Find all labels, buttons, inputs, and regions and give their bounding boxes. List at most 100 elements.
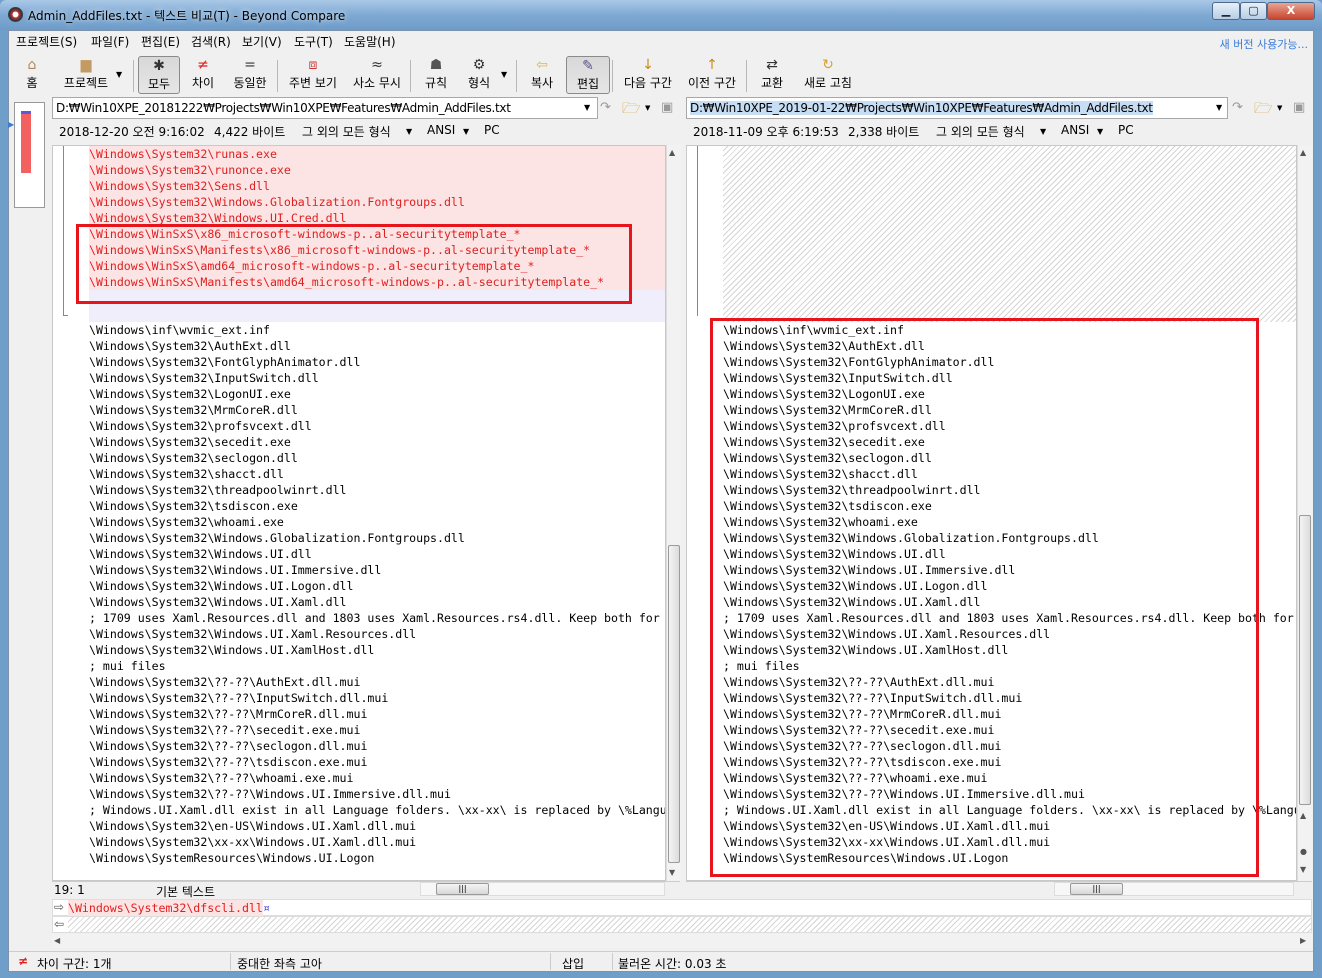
text-line[interactable]: \Windows\System32\??-??\seclogon.dll.mui — [723, 738, 1001, 754]
right-folder-dropdown-icon[interactable]: ▼ — [1277, 104, 1282, 112]
scroll-down-icon[interactable]: ▼ — [669, 868, 675, 877]
text-line[interactable]: \Windows\System32\LogonUI.exe — [723, 386, 925, 402]
text-line[interactable]: \Windows\System32\tsdiscon.exe — [89, 498, 298, 514]
text-line[interactable]: \Windows\System32\secedit.exe — [89, 434, 291, 450]
menu-item[interactable]: 도구(T) — [294, 33, 333, 50]
toolbar-home-button[interactable]: ⌂ 홈 — [18, 56, 46, 94]
text-line[interactable]: \Windows\System32\whoami.exe — [723, 514, 918, 530]
detail-horizontal-scrollbar[interactable]: ◀ ▶ — [52, 934, 1312, 948]
text-line[interactable]: \Windows\System32\??-??\InputSwitch.dll.… — [89, 690, 388, 706]
text-line[interactable]: ; mui files — [89, 658, 166, 674]
text-line[interactable]: \Windows\System32\secedit.exe — [723, 434, 925, 450]
text-line[interactable]: \Windows\System32\AuthExt.dll — [723, 338, 925, 354]
text-line[interactable]: ; 1709 uses Xaml.Resources.dll and 1803 … — [723, 610, 1294, 626]
text-line[interactable]: \Windows\System32\Windows.UI.Logon.dll — [89, 578, 354, 594]
text-line[interactable]: \Windows\System32\shacct.dll — [723, 466, 918, 482]
text-line[interactable]: \Windows\System32\InputSwitch.dll — [723, 370, 953, 386]
right-scroll-thumb[interactable] — [1299, 515, 1311, 805]
right-horizontal-scrollbar[interactable]: ||| — [1054, 882, 1294, 896]
right-open-folder-icon[interactable]: 🗁 — [1254, 98, 1273, 123]
text-line[interactable]: \Windows\System32\??-??\MrmCoreR.dll.mui — [89, 706, 367, 722]
left-path-input[interactable]: D:₩Win10XPE_20181222₩Projects₩Win10XPE₩F… — [52, 97, 598, 119]
menu-item[interactable]: 프로젝트(S) — [16, 33, 77, 50]
text-line[interactable]: \Windows\System32\??-??\MrmCoreR.dll.mui — [723, 706, 1001, 722]
text-line[interactable]: \Windows\System32\LogonUI.exe — [89, 386, 291, 402]
right-path-dropdown-icon[interactable]: ▼ — [1216, 103, 1222, 112]
menu-item[interactable]: 파일(F) — [91, 33, 129, 50]
diff-line[interactable]: \Windows\WinSxS\amd64_microsoft-windows-… — [89, 258, 534, 274]
close-button[interactable]: X — [1267, 2, 1315, 20]
text-line[interactable]: \Windows\System32\Windows.UI.Xaml.Resour… — [89, 626, 416, 642]
text-line[interactable]: \Windows\System32\MrmCoreR.dll — [723, 402, 932, 418]
toolbar-diffs-button[interactable]: ≠ 차이 — [186, 56, 220, 94]
minimize-button[interactable]: ▁ — [1212, 2, 1240, 20]
left-encoding-dropdown-icon[interactable]: ▼ — [463, 127, 469, 136]
toolbar-next-button[interactable]: ↓ 다음 구간 — [618, 56, 678, 94]
toolbar-prev-button[interactable]: ↑ 이전 구간 — [682, 56, 742, 94]
text-line[interactable]: \Windows\System32\Windows.Globalization.… — [723, 530, 1099, 546]
text-line[interactable]: \Windows\System32\en-US\Windows.UI.Xaml.… — [89, 818, 416, 834]
text-line[interactable]: \Windows\System32\InputSwitch.dll — [89, 370, 319, 386]
toolbar-refresh-button[interactable]: ↻ 새로 고침 — [798, 56, 858, 94]
project-dropdown-icon[interactable]: ▼ — [116, 70, 122, 79]
text-line[interactable]: \Windows\System32\Windows.UI.XamlHost.dl… — [89, 642, 374, 658]
scroll-up-icon[interactable]: ▲ — [1300, 148, 1306, 157]
maximize-button[interactable]: ▢ — [1240, 2, 1267, 20]
text-line[interactable]: \Windows\System32\??-??\InputSwitch.dll.… — [723, 690, 1022, 706]
right-text-pane[interactable]: \Windows\inf\wvmic_ext.inf \Windows\Syste… — [686, 145, 1297, 881]
toolbar-rules-button[interactable]: ☗ 규칙 — [420, 56, 452, 94]
left-folder-dropdown-icon[interactable]: ▼ — [645, 104, 650, 112]
text-line[interactable]: \Windows\System32\profsvcext.dll — [89, 418, 312, 434]
text-line[interactable]: \Windows\System32\??-??\secedit.exe.mui — [89, 722, 360, 738]
toolbar-same-button[interactable]: = 동일한 — [226, 56, 274, 94]
right-encoding-dropdown-icon[interactable]: ▼ — [1097, 127, 1103, 136]
text-line[interactable]: \Windows\System32\??-??\tsdiscon.exe.mui — [89, 754, 367, 770]
right-hscroll-thumb[interactable]: ||| — [1070, 883, 1123, 895]
text-line[interactable]: \Windows\System32\threadpoolwinrt.dll — [723, 482, 981, 498]
menu-item[interactable]: 보기(V) — [242, 33, 282, 50]
format-dropdown-icon[interactable]: ▼ — [501, 70, 507, 79]
right-format-dropdown-icon[interactable]: ▼ — [1040, 127, 1046, 136]
text-line[interactable]: \Windows\System32\Windows.UI.XamlHost.dl… — [723, 642, 1008, 658]
diff-line[interactable]: \Windows\WinSxS\Manifests\amd64_microsof… — [89, 274, 604, 290]
text-line[interactable]: \Windows\System32\??-??\secedit.exe.mui — [723, 722, 994, 738]
left-open-folder-icon[interactable]: 🗁 — [622, 98, 641, 123]
text-line[interactable]: \Windows\System32\??-??\Windows.UI.Immer… — [89, 786, 451, 802]
scroll-right-icon[interactable]: ▶ — [1300, 936, 1306, 945]
right-redo-icon[interactable]: ↷ — [1232, 100, 1243, 115]
toolbar-copy-button[interactable]: ⇦ 복사 — [524, 56, 560, 94]
text-line[interactable]: \Windows\System32\seclogon.dll — [89, 450, 298, 466]
left-redo-icon[interactable]: ↷ — [600, 100, 611, 115]
diff-line[interactable]: \Windows\WinSxS\Manifests\x86_microsoft-… — [89, 242, 590, 258]
toolbar-edit-button[interactable]: ✎ 편집 — [566, 56, 610, 94]
left-horizontal-scrollbar[interactable]: ||| — [420, 882, 665, 896]
menu-item[interactable]: 도움말(H) — [344, 33, 396, 50]
text-line[interactable]: ; mui files — [723, 658, 800, 674]
text-line[interactable]: \Windows\System32\profsvcext.dll — [723, 418, 946, 434]
text-line[interactable]: \Windows\System32\Windows.UI.Xaml.dll — [723, 594, 981, 610]
new-version-link[interactable]: 새 버전 사용가능... — [1220, 36, 1308, 52]
right-encoding-select[interactable]: ANSI — [1061, 123, 1089, 137]
text-line[interactable]: \Windows\inf\wvmic_ext.inf — [89, 322, 270, 338]
toolbar-minor-button[interactable]: ≈ 사소 무시 — [348, 56, 406, 94]
text-line[interactable]: \Windows\System32\tsdiscon.exe — [723, 498, 932, 514]
left-scroll-thumb[interactable] — [668, 545, 680, 863]
text-line[interactable]: \Windows\System32\Windows.UI.Immersive.d… — [723, 562, 1015, 578]
right-format-select[interactable]: 그 외의 모든 형식 — [936, 123, 1025, 140]
text-line[interactable]: \Windows\System32\Windows.UI.dll — [89, 546, 312, 562]
text-line[interactable]: \Windows\System32\Windows.UI.Logon.dll — [723, 578, 988, 594]
syntax-mode[interactable]: 기본 텍스트 — [156, 883, 215, 900]
diff-line[interactable]: \Windows\System32\runas.exe — [89, 146, 277, 162]
toolbar-all-button[interactable]: ✱ 모두 — [138, 56, 180, 94]
text-line[interactable]: \Windows\System32\Windows.UI.Immersive.d… — [89, 562, 381, 578]
text-line[interactable]: \Windows\System32\en-US\Windows.UI.Xaml.… — [723, 818, 1050, 834]
text-line[interactable]: \Windows\System32\xx-xx\Windows.UI.Xaml.… — [723, 834, 1050, 850]
scroll-center-icon[interactable]: ● — [1300, 847, 1307, 856]
text-line[interactable]: \Windows\System32\FontGlyphAnimator.dll — [723, 354, 994, 370]
text-line[interactable]: \Windows\System32\threadpoolwinrt.dll — [89, 482, 347, 498]
right-path-input[interactable]: D:₩Win10XPE_2019-01-22₩Projects₩Win10XPE… — [686, 97, 1228, 119]
diff-line[interactable]: \Windows\System32\Windows.Globalization.… — [89, 194, 465, 210]
toolbar-format-button[interactable]: ⚙ 형식 — [462, 56, 496, 94]
text-line[interactable]: \Windows\System32\xx-xx\Windows.UI.Xaml.… — [89, 834, 416, 850]
text-line[interactable]: \Windows\SystemResources\Windows.UI.Logo… — [723, 850, 1008, 866]
